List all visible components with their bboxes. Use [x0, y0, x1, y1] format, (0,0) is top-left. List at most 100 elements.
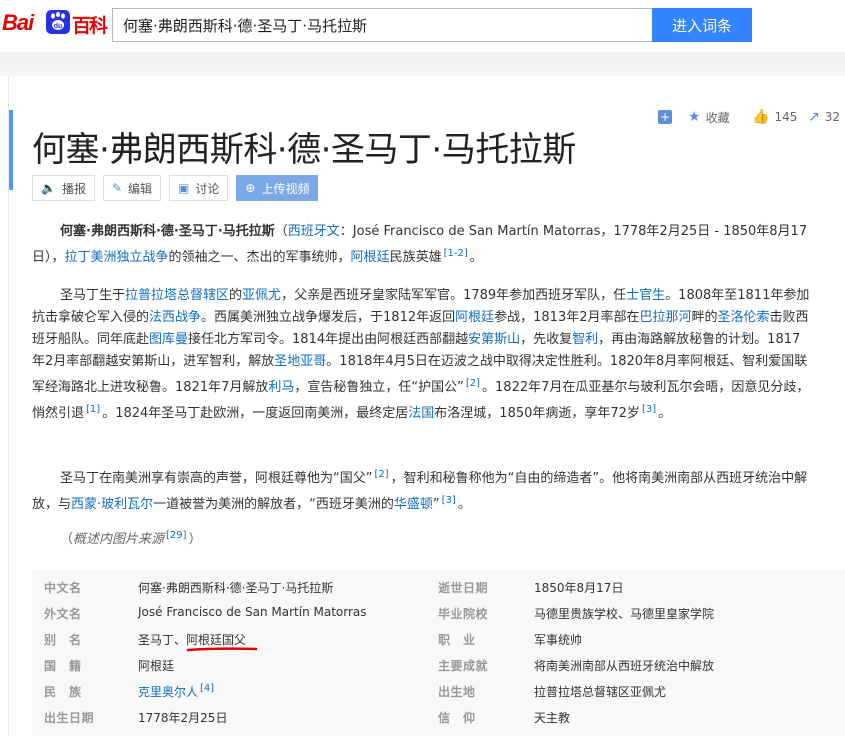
reference-link[interactable]: [3] [442, 495, 456, 506]
info-value: 将南美洲南部从西班牙统治中解放 [534, 659, 715, 673]
collect-label: 收藏 [705, 110, 730, 125]
info-value: José Francisco de San Martín Matorras [138, 605, 367, 619]
info-key: 外文名 [44, 607, 82, 621]
text: 圣马丁生于 [60, 288, 126, 303]
info-value-link[interactable]: 阿根廷 [138, 657, 174, 674]
info-row: 中文名 何塞·弗朗西斯科·德·圣马丁·马托拉斯 逝世日期 1850年8月17日 [32, 572, 845, 598]
plus-icon: + [658, 110, 672, 124]
link-san-lorenzo[interactable]: 圣洛伦索 [718, 310, 770, 325]
text: 一道被誉为美洲的解放者，“西班牙美洲的 [153, 497, 394, 512]
pencil-icon: ✎ [111, 181, 123, 195]
info-row: 外文名 José Francisco de San Martín Matorra… [32, 598, 845, 624]
text: 民族英雄 [389, 250, 442, 265]
baidu-paw-icon: du [46, 10, 70, 34]
info-key: 出生地 [438, 685, 476, 699]
info-key: 出生日期 [44, 711, 95, 725]
info-row: 出生日期 1778年2月25日 信 仰 天主教 [32, 702, 845, 728]
link-santiago[interactable]: 圣地亚哥 [274, 354, 326, 369]
link-argentina[interactable]: 阿根廷 [455, 310, 494, 325]
info-value: 军事统帅 [534, 633, 583, 647]
link-tucuman[interactable]: 图库曼 [149, 332, 188, 347]
enter-entry-button[interactable]: 进入词条 [652, 8, 752, 42]
like-button[interactable]: 👍 145 [752, 107, 797, 127]
entry-name: 何塞·弗朗西斯科·德·圣马丁·马托拉斯 [60, 224, 275, 239]
info-row: 国 籍 阿根廷 主要成就 将南美洲南部从西班牙统治中解放 [32, 650, 845, 676]
info-key: 别 名 [44, 633, 82, 647]
text: （ [60, 532, 74, 547]
reference-link[interactable]: [2] [374, 469, 388, 480]
logo-text-bai: Bai [2, 10, 34, 35]
text: ，先收复 [520, 332, 573, 347]
text: 布洛涅城，1850年病逝，享年72岁 [434, 406, 640, 421]
upload-label: 上传视频 [261, 181, 310, 196]
link-argentina[interactable]: 阿根廷 [351, 250, 390, 265]
info-value-link[interactable]: 克里奥尔人 [138, 685, 198, 699]
share-count: 32 [824, 110, 841, 124]
reference-link[interactable]: [1] [86, 404, 100, 415]
chat-icon: ▣ [178, 181, 190, 195]
link-cadet[interactable]: 士官生 [626, 288, 665, 303]
header: Bai du 百科 进入词条 [0, 0, 845, 52]
link-washington[interactable]: 华盛顿 [394, 497, 433, 512]
page-title: 何塞·弗朗西斯科·德·圣马丁·马托拉斯 [32, 130, 576, 170]
summary-paragraph-2: 圣马丁生于拉普拉塔总督辖区的亚佩尤，父亲是西班牙皇家陆军军官。1789年参加西班… [32, 285, 812, 425]
text: ） [188, 532, 202, 547]
baidu-baike-logo[interactable]: Bai du 百科 [2, 7, 108, 37]
info-value: 1850年8月17日 [534, 581, 624, 595]
link-peninsular-war[interactable]: 法西战争 [149, 310, 201, 325]
link-parana-river[interactable]: 巴拉那河 [640, 310, 692, 325]
play-label: 播报 [61, 181, 86, 196]
info-key: 毕业院校 [438, 607, 489, 621]
link-yapeyu[interactable]: 亚佩尤 [242, 288, 281, 303]
summary-paragraph-1: 何塞·弗朗西斯科·德·圣马丁·马托拉斯（西班牙文：José Francisco … [32, 221, 812, 269]
info-value: 克里奥尔人 [4] [138, 683, 216, 700]
text: 参战，1813年2月率部在 [494, 310, 640, 325]
info-value: 何塞·弗朗西斯科·德·圣马丁·马托拉斯 [138, 581, 334, 595]
reference-link[interactable]: [2] [466, 378, 480, 389]
info-row: 民 族 克里奥尔人 [4] 出生地 拉普拉塔总督辖区亚佩尤 [32, 676, 845, 702]
info-value-link[interactable]: 天主教 [534, 709, 570, 726]
link-france[interactable]: 法国 [408, 406, 434, 421]
text: 的领袖之一、杰出的军事统帅， [168, 250, 351, 265]
info-value: 马德里贵族学校、马德里皇家学院 [534, 607, 715, 621]
info-value: 1778年2月25日 [138, 711, 228, 725]
share-button[interactable]: ↗ 32 [808, 107, 840, 127]
text: ，父亲是西班牙皇家陆军军官。1789年参加西班牙军队，任 [281, 288, 627, 303]
title-accent-bar [9, 110, 13, 190]
speaker-icon: 🔈 [41, 181, 56, 195]
text: ” [432, 497, 440, 512]
plus-circle-icon: ⊕ [245, 181, 256, 195]
info-key: 信 仰 [438, 711, 476, 725]
add-button[interactable]: + [658, 107, 677, 127]
link-simon-bolivar[interactable]: 西蒙·玻利瓦尔 [71, 497, 153, 512]
search-input[interactable] [112, 8, 652, 42]
link-spanish-language[interactable]: 西班牙文 [288, 224, 340, 239]
collect-button[interactable]: ★ 收藏 [688, 107, 730, 127]
discuss-button[interactable]: ▣ 讨论 [169, 175, 229, 201]
logo-text-baike: 百科 [72, 15, 108, 37]
edit-button[interactable]: ✎ 编辑 [102, 175, 162, 201]
reference-link[interactable]: [1-2] [444, 248, 468, 259]
basic-info-table: 中文名 何塞·弗朗西斯科·德·圣马丁·马托拉斯 逝世日期 1850年8月17日 … [32, 570, 845, 736]
link-chile[interactable]: 智利 [572, 332, 598, 347]
like-count: 145 [774, 110, 798, 124]
text: 。 [469, 250, 483, 265]
info-key: 中文名 [44, 581, 82, 595]
reference-link[interactable]: [3] [642, 404, 656, 415]
text: 的 [229, 288, 243, 303]
text: 。 [457, 497, 471, 512]
play-button[interactable]: 🔈 播报 [32, 175, 95, 201]
link-viceroyalty[interactable]: 拉普拉塔总督辖区 [125, 288, 229, 303]
link-andes[interactable]: 安第斯山 [468, 332, 520, 347]
header-divider [0, 52, 845, 76]
text: 畔的 [691, 310, 718, 325]
reference-link[interactable]: [4] [200, 683, 214, 694]
info-key: 逝世日期 [438, 581, 489, 595]
link-latin-american-wars[interactable]: 拉丁美洲独立战争 [65, 250, 169, 265]
toolbar: 🔈 播报 ✎ 编辑 ▣ 讨论 ⊕ 上传视频 [32, 175, 326, 201]
image-source-note: （概述内图片来源 [29]） [60, 528, 202, 547]
reference-link[interactable]: [29] [166, 530, 187, 541]
upload-video-button[interactable]: ⊕ 上传视频 [236, 175, 319, 201]
edit-label: 编辑 [128, 181, 153, 196]
link-lima[interactable]: 利马 [268, 380, 294, 395]
